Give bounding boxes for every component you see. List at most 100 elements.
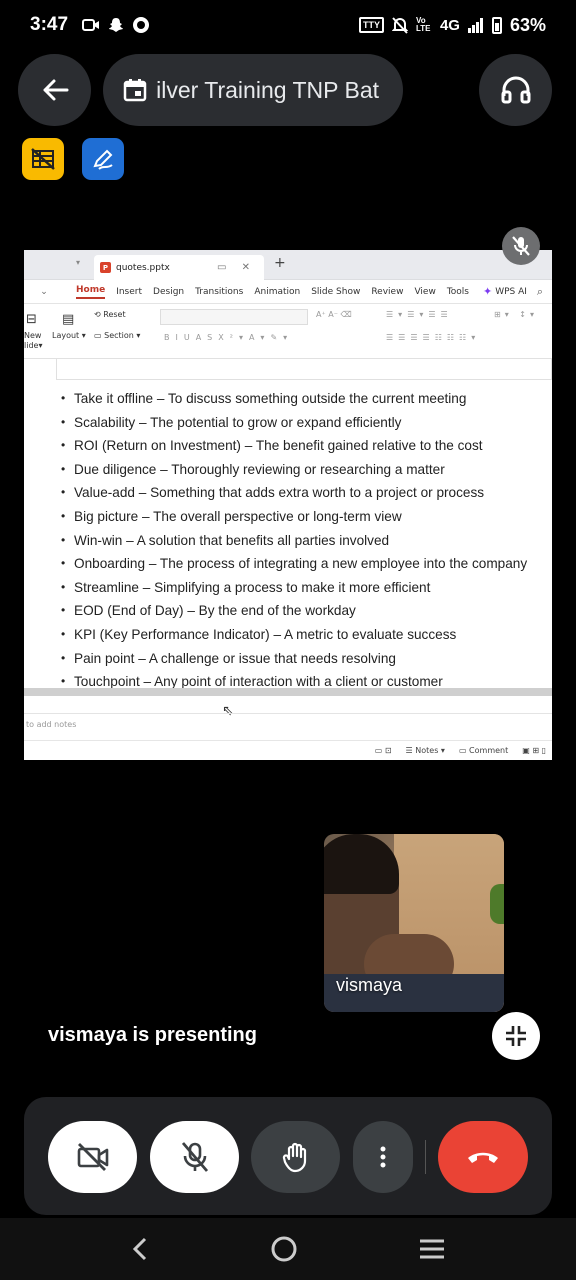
video-call-icon (82, 19, 100, 31)
messenger-icon (133, 17, 150, 33)
list-item: Scalability – The potential to grow or e… (61, 411, 527, 435)
view-mode-icons[interactable]: ▣ ⊞ ▯ (522, 746, 546, 755)
mic-toggle-button[interactable] (150, 1121, 239, 1193)
list-item: Onboarding – The process of integrating … (61, 552, 527, 576)
layout-icon[interactable]: ▤ (62, 312, 74, 327)
grid-off-icon (31, 148, 55, 170)
status-notification-icons (82, 16, 150, 34)
raise-hand-icon (282, 1142, 306, 1173)
collapse-icon (506, 1026, 526, 1046)
notes-placeholder: to add notes (26, 720, 77, 729)
arrow-left-icon (43, 79, 68, 101)
notes-label: Notes ▾ (415, 746, 445, 755)
reset-button[interactable]: ⟲ Reset (94, 310, 126, 319)
list-item: Take it offline – To discuss something o… (61, 387, 527, 411)
section-button[interactable]: ▭ Section ▾ (94, 331, 140, 340)
end-call-button[interactable] (438, 1121, 528, 1193)
more-vert-icon (380, 1146, 386, 1168)
sparkle-icon: ✦ (482, 285, 493, 298)
notes-pane[interactable]: to add notes (24, 713, 552, 735)
menu-view[interactable]: View (414, 287, 435, 297)
menu-bar: ⌄ Home Insert Design Transitions Animati… (24, 280, 552, 304)
list-item: ROI (Return on Investment) – The benefit… (61, 434, 527, 458)
plant (490, 884, 504, 924)
meeting-title: ilver Training TNP Bat (157, 76, 379, 103)
slide-divider (24, 688, 552, 696)
app-status-bar: ▭ ⊡ ☰ Notes ▾ ▭ Comment ▣ ⊞ ▯ (24, 740, 552, 760)
back-button[interactable] (18, 54, 91, 126)
presentation-tile[interactable]: ▾ P quotes.pptx ▭ ✕ + ⌄ Home Insert Desi… (24, 215, 552, 1073)
pptx-file-icon: P (100, 262, 111, 273)
more-options-button[interactable] (353, 1121, 413, 1193)
mic-off-icon (512, 236, 530, 256)
notes-toggle[interactable]: ☰ Notes ▾ (406, 746, 445, 755)
presenting-label: vismaya is presenting (48, 1024, 257, 1046)
menu-slide-show[interactable]: Slide Show (311, 287, 360, 297)
menu-animation[interactable]: Animation (254, 287, 300, 297)
system-nav-bar (0, 1218, 576, 1280)
minimize-button[interactable] (492, 1012, 540, 1060)
align-buttons[interactable]: ☰☰☰☰☷☷☷▾ (386, 333, 480, 342)
list-item: KPI (Key Performance Indicator) – A metr… (61, 623, 527, 647)
menu-transitions[interactable]: Transitions (195, 287, 243, 297)
tty-indicator: TTY (358, 17, 384, 33)
status-time: 3:47 (30, 14, 69, 35)
app-tab-bar: ▾ P quotes.pptx ▭ ✕ + (24, 250, 552, 280)
raise-hand-button[interactable] (251, 1121, 340, 1193)
status-bar: 3:47 TTY Vo LTE 4G 63% (0, 0, 576, 50)
presenter-muted-badge (502, 227, 540, 265)
nav-home-icon[interactable] (270, 1235, 298, 1263)
new-slide-icon[interactable]: ⊟ (26, 312, 37, 327)
menu-caret-icon[interactable]: ⌄ (24, 287, 64, 297)
status-icons[interactable]: ▭ ⊡ (375, 746, 392, 755)
font-family-select[interactable] (160, 309, 308, 325)
text-format-buttons[interactable]: BIUASX²▾A▾✎▾ (164, 333, 293, 342)
bullet-list: Take it offline – To discuss something o… (61, 387, 527, 694)
controls-divider (425, 1140, 426, 1174)
wps-ai-label: WPS AI (495, 286, 527, 297)
hide-tiles-button[interactable] (22, 138, 64, 180)
tab-close-icon[interactable]: ▭ ✕ (217, 262, 256, 273)
meeting-title-pill[interactable]: ilver Training TNP Bat (103, 54, 403, 126)
slide-canvas[interactable]: Take it offline – To discuss something o… (24, 359, 552, 693)
new-slide-label[interactable]: New (24, 331, 41, 340)
font-size-buttons[interactable]: A⁺ A⁻ ⌫ (316, 310, 352, 319)
end-call-icon (468, 1152, 498, 1163)
camera-toggle-button[interactable] (48, 1121, 137, 1193)
list-item: Value-add – Something that adds extra wo… (61, 481, 527, 505)
search-icon[interactable]: ⌕ (537, 285, 543, 299)
nav-recents-icon[interactable] (418, 1237, 446, 1261)
menu-home[interactable]: Home (76, 285, 106, 299)
participant-name: vismaya (336, 975, 403, 995)
network-type: 4G (439, 16, 460, 34)
layout-button[interactable]: Layout ▾ (52, 331, 86, 340)
wps-ai-button[interactable]: ✦ WPS AI (483, 285, 527, 298)
call-controls (24, 1097, 552, 1215)
ribbon-toolbar: ⊟ New lide▾ ▤ Layout ▾ ⟲ Reset ▭ Section… (24, 304, 552, 359)
calendar-icon (123, 79, 147, 102)
list-buttons[interactable]: ☰▾☰▾☰☰ (386, 310, 453, 319)
nav-back-icon[interactable] (130, 1236, 150, 1262)
section-label: Section ▾ (104, 331, 141, 340)
document-tab[interactable]: P quotes.pptx ▭ ✕ (94, 255, 264, 280)
annotate-button[interactable] (82, 138, 124, 180)
reset-label: Reset (103, 310, 126, 319)
headphones-icon (501, 76, 530, 104)
menu-tools[interactable]: Tools (447, 287, 469, 297)
signal-icon (467, 17, 483, 33)
status-right: TTY Vo LTE 4G 63% (358, 14, 546, 36)
audio-output-button[interactable] (479, 54, 552, 126)
battery-percent: 63% (509, 14, 546, 35)
menu-design[interactable]: Design (153, 287, 184, 297)
add-tab-icon[interactable]: + (274, 255, 286, 271)
mic-off-icon (181, 1142, 208, 1172)
menu-insert[interactable]: Insert (116, 287, 142, 297)
tab-caret-icon[interactable]: ▾ (76, 258, 80, 267)
slide-title-placeholder[interactable] (56, 359, 552, 380)
comment-toggle[interactable]: ▭ Comment (459, 746, 508, 755)
menu-review[interactable]: Review (371, 287, 403, 297)
camera-off-icon (77, 1143, 108, 1171)
participant-hair (324, 834, 399, 894)
self-view-tile[interactable]: vismaya (324, 834, 504, 1012)
text-direction-buttons[interactable]: ⊞▾ ↕▾ (494, 310, 538, 319)
